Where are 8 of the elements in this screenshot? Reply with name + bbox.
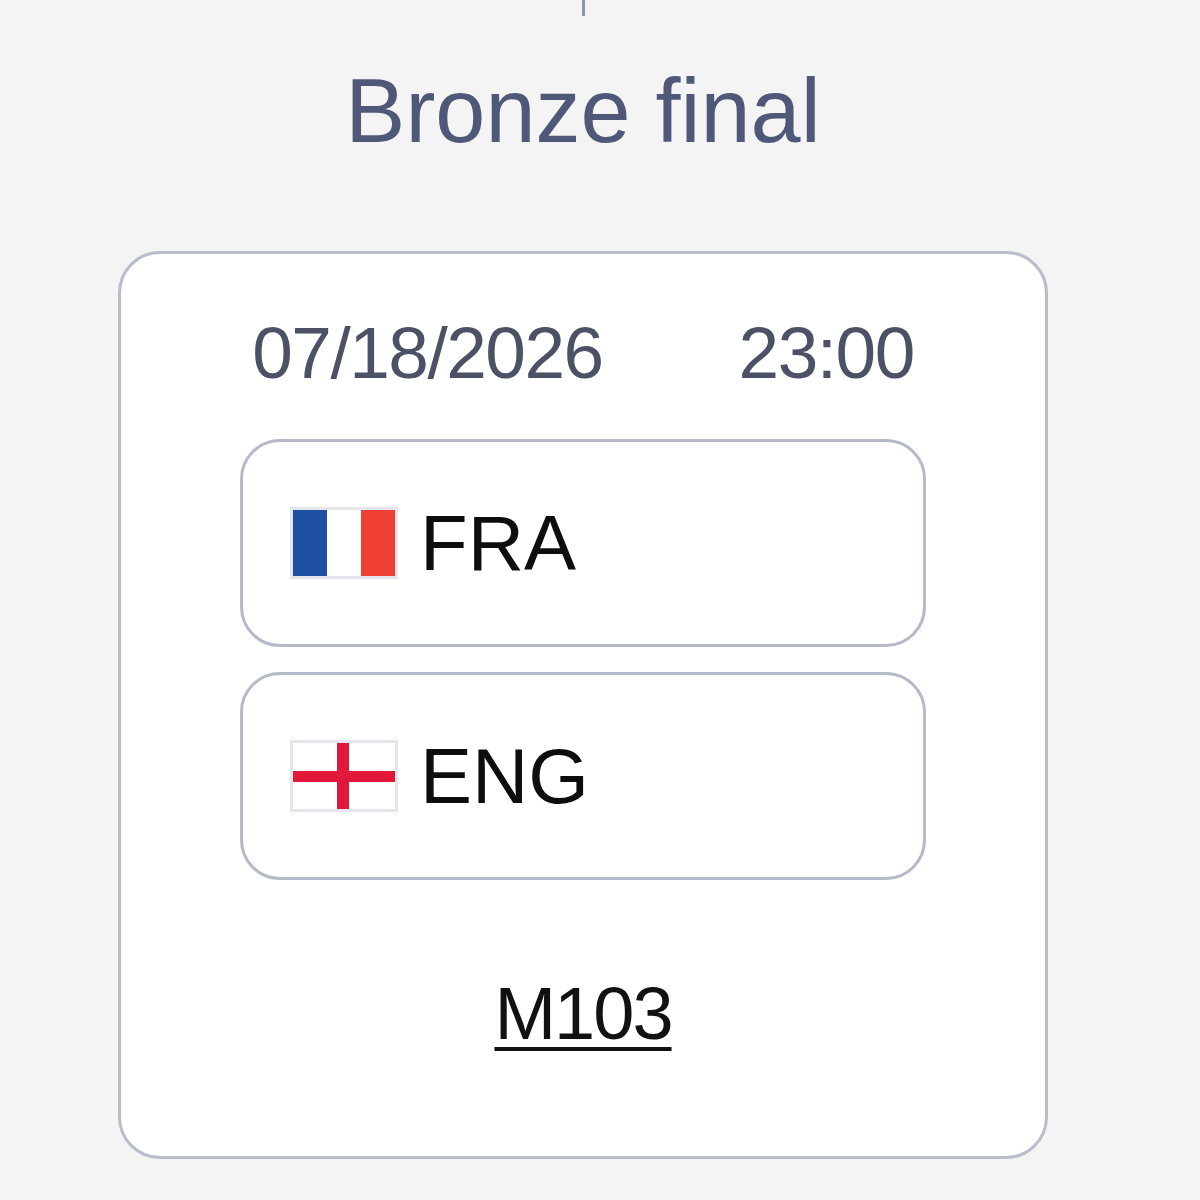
team-code: FRA	[420, 498, 576, 589]
striped-flag-icon	[290, 507, 398, 580]
match-time: 23:00	[738, 310, 914, 395]
team-code: ENG	[420, 731, 590, 822]
match-link[interactable]: M103	[494, 971, 672, 1057]
match-date: 07/18/2026	[252, 310, 603, 395]
round-title: Bronze final	[345, 60, 821, 163]
cross-flag-icon	[290, 740, 398, 813]
